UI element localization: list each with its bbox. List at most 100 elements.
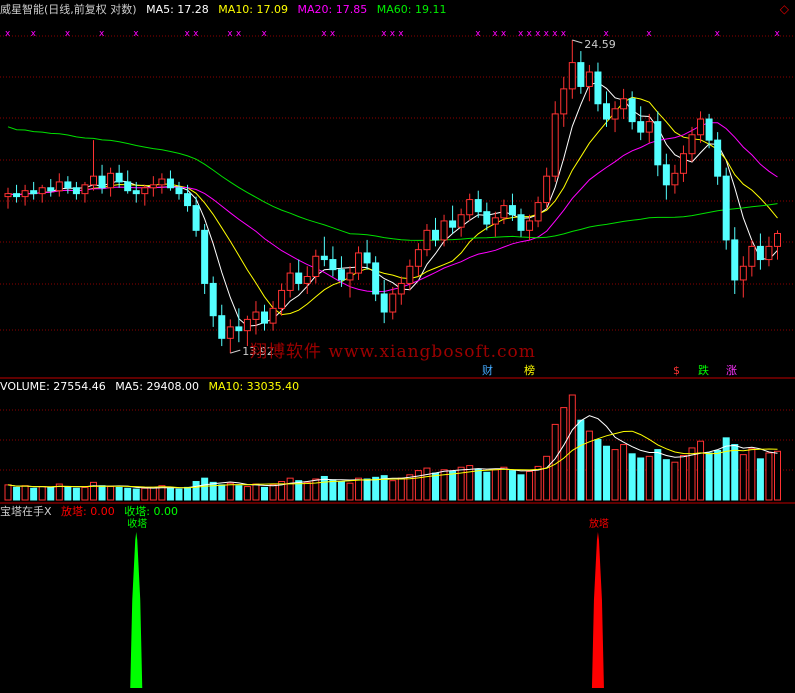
candle-body [611, 108, 619, 120]
candle-body [81, 184, 89, 195]
candle-body [201, 229, 209, 284]
volume-bar [192, 481, 200, 501]
candle [654, 111, 662, 177]
candle-body [107, 172, 115, 189]
candle-body [645, 121, 653, 133]
tag-zhang[interactable]: 涨 [725, 365, 738, 377]
indicator-header: 宝塔在手X 放塔: 0.00 收塔: 0.00 [0, 505, 184, 518]
candle [124, 170, 132, 194]
volume-bar [765, 452, 773, 501]
candle-body [739, 265, 747, 281]
candle-body [423, 229, 431, 251]
candle-body [432, 229, 439, 241]
marker-x: x [390, 29, 396, 39]
candle-body [551, 113, 559, 177]
volume-bar [679, 454, 687, 501]
volume-bar [184, 486, 192, 501]
candle-body [363, 252, 371, 264]
candle-body [397, 282, 405, 295]
marker-x: x [518, 29, 524, 39]
candle-body [192, 205, 200, 231]
candle [278, 283, 286, 316]
candle [192, 196, 200, 237]
volume-bar [705, 452, 713, 501]
tag-cai[interactable]: 财 [481, 365, 494, 377]
volume-bar [252, 483, 260, 501]
marker-x: x [715, 29, 721, 39]
candle-body [243, 318, 251, 332]
candle [389, 286, 397, 320]
diamond-icon[interactable]: ◇ [780, 2, 789, 16]
volume-bar [21, 485, 29, 501]
candle [551, 101, 559, 182]
candle [158, 173, 166, 194]
volume-bar [346, 482, 354, 501]
candle-body [474, 199, 482, 213]
candle-body [13, 193, 21, 198]
candle [98, 164, 106, 194]
volume-panel[interactable] [4, 394, 781, 501]
candle-body [449, 220, 457, 228]
candle-body [209, 282, 217, 317]
candle [226, 319, 234, 354]
candle-body [577, 62, 585, 87]
candle-body [303, 276, 311, 284]
volume-bar [577, 419, 585, 501]
indicator-panel[interactable]: 收塔 放塔 [127, 517, 609, 688]
marker-x: x [330, 29, 336, 39]
candle-body [440, 220, 448, 241]
candle [739, 256, 747, 298]
candle-body [175, 187, 183, 195]
price-panel[interactable]: 24.5913.92x x x x x x x x x x x x x x x x x x x x x x x x x x x x [4, 29, 781, 358]
volume-bar [756, 458, 764, 501]
volume-bar [457, 466, 465, 501]
candle-body [500, 205, 508, 219]
candle-body [226, 326, 234, 339]
ma20-line [7, 122, 778, 293]
candle-body [261, 311, 268, 324]
candle [679, 145, 687, 182]
marker-x: x [552, 29, 558, 39]
candle [107, 167, 115, 197]
volume-bar [423, 467, 431, 501]
indicator-name: 宝塔在手X [0, 505, 52, 518]
candle-body [662, 164, 670, 186]
volume-bar [107, 486, 115, 501]
volume-bar [98, 485, 106, 501]
volume-bar [671, 461, 679, 501]
candle [603, 91, 610, 127]
volume-bar [774, 450, 781, 501]
tag-bang[interactable]: 榜 [523, 365, 536, 377]
candle [568, 39, 576, 99]
marker-x: x [236, 29, 242, 39]
volume-bar [115, 486, 123, 501]
volume-bar [637, 457, 645, 501]
candle-body [517, 214, 525, 231]
tag-die[interactable]: 跌 [697, 365, 710, 377]
volume-bar [466, 465, 474, 501]
spike-shou: 收塔 [127, 517, 147, 688]
stock-title: 威星智能(日线,前复权 对数) [0, 3, 137, 16]
volume-bar [201, 477, 209, 501]
candle [90, 140, 97, 191]
ma10-readout: MA10: 17.09 [218, 3, 289, 16]
candle-body [124, 181, 132, 192]
tag-dollar[interactable]: $ [672, 365, 681, 377]
candle-body [380, 293, 388, 313]
marker-row: xxxxxxxxxxxxxxxxxxxxxxxxxxxx [5, 29, 781, 39]
volume-bar [739, 454, 747, 501]
volume-bar [432, 472, 439, 501]
candle [662, 153, 670, 200]
candle-body [132, 190, 140, 195]
candle-body [72, 187, 80, 195]
candle [697, 111, 705, 143]
candle [47, 179, 55, 197]
candle [491, 211, 499, 237]
candle [218, 304, 226, 347]
candle [55, 173, 63, 197]
spike-label: 放塔 [589, 517, 609, 530]
volume-bar [30, 487, 38, 501]
candle-body [337, 269, 345, 281]
candle-body [278, 289, 286, 309]
candle-body [722, 175, 730, 241]
